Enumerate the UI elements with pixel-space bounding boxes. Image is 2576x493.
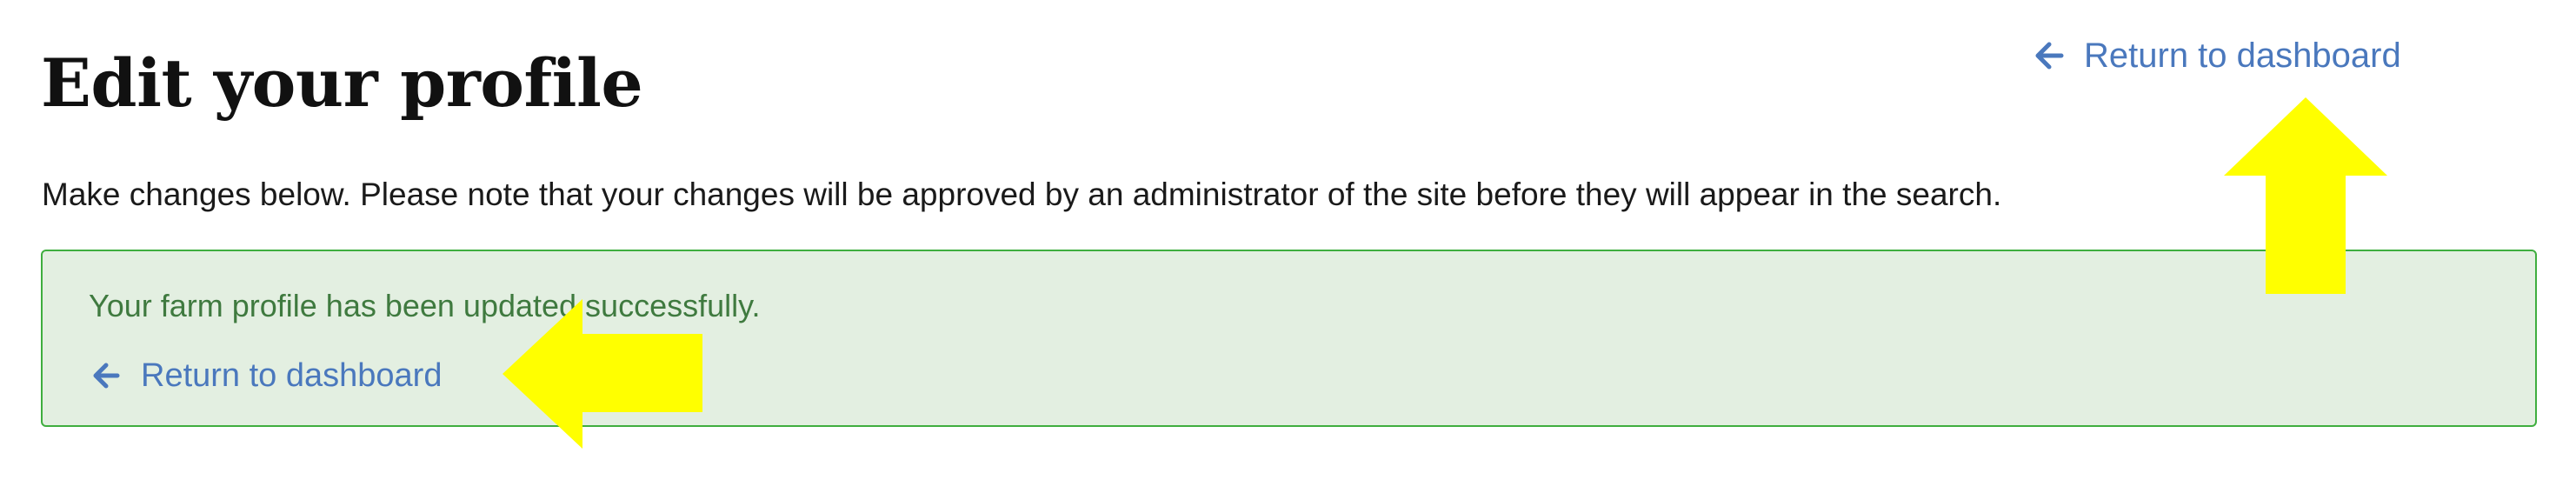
arrow-left-icon (91, 362, 121, 390)
page-title: Edit your profile (41, 44, 643, 122)
return-to-dashboard-label-top: Return to dashboard (2084, 37, 2401, 75)
return-to-dashboard-link-top[interactable]: Return to dashboard (2034, 38, 2401, 73)
success-alert: Your farm profile has been updated succe… (41, 250, 2537, 427)
arrow-left-icon (2034, 41, 2065, 70)
return-to-dashboard-label-alert: Return to dashboard (141, 357, 443, 394)
success-message: Your farm profile has been updated succe… (89, 288, 761, 323)
intro-text: Make changes below. Please note that you… (42, 177, 2002, 212)
return-to-dashboard-link-alert[interactable]: Return to dashboard (91, 359, 442, 392)
